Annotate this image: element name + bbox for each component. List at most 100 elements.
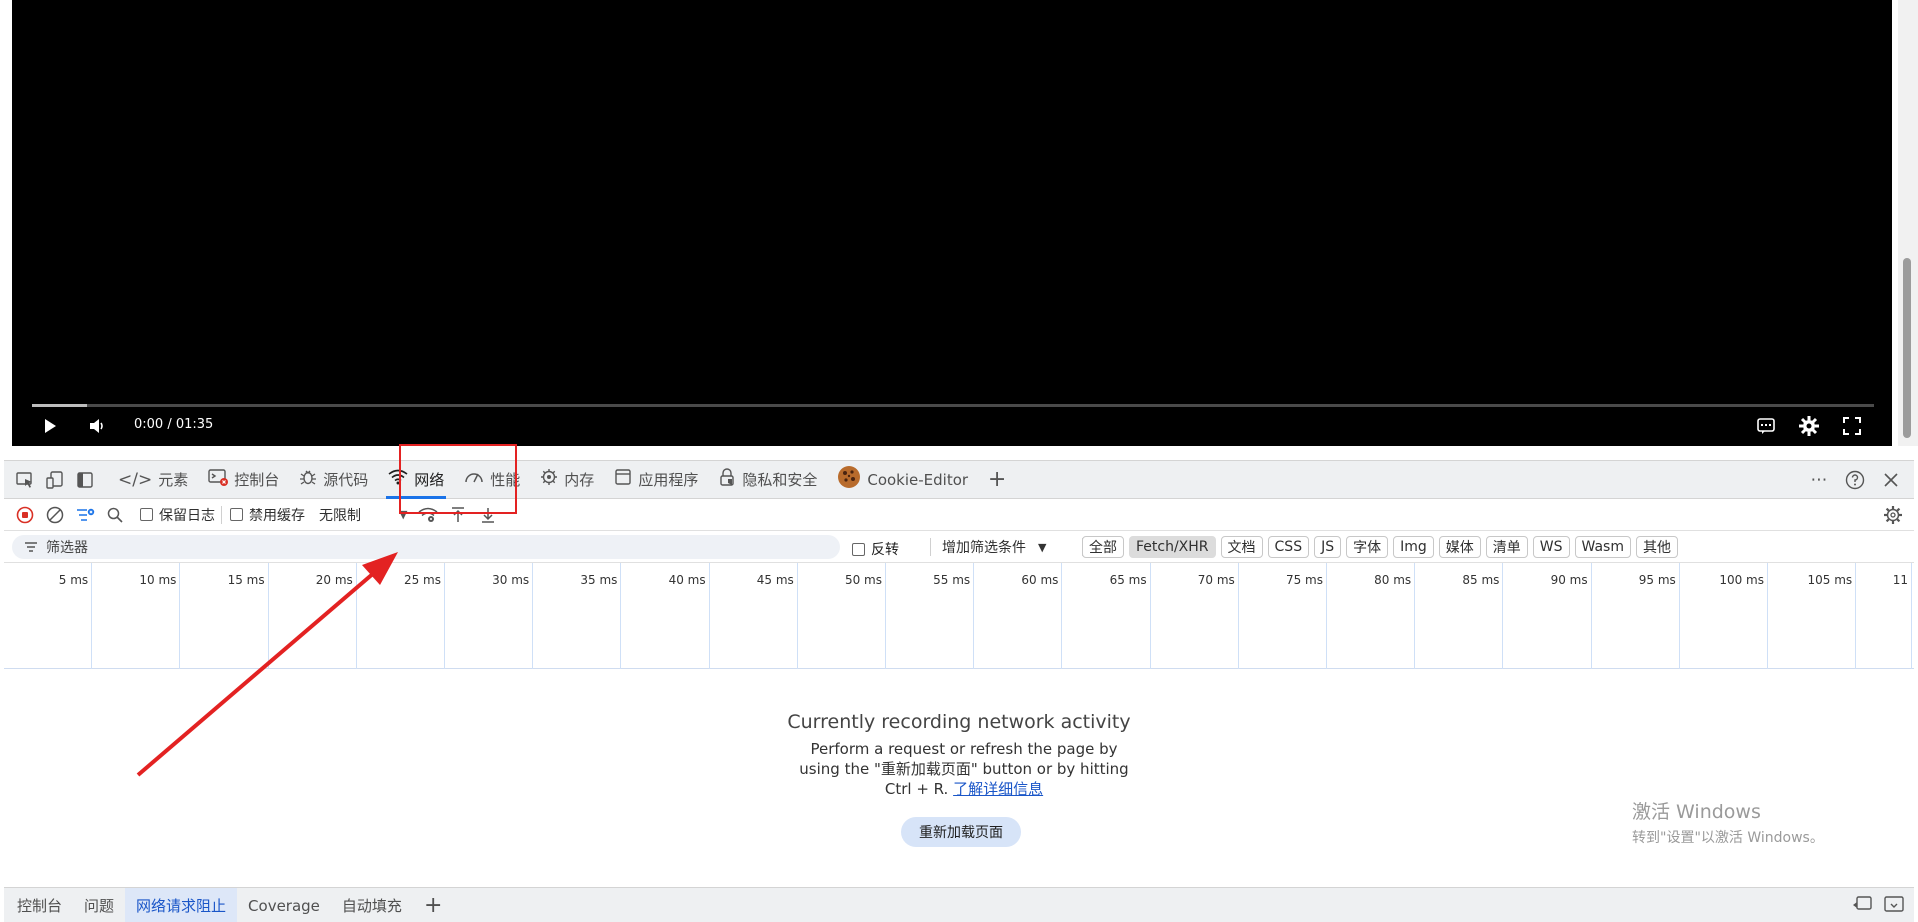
throttling-select[interactable]: 无限制 xyxy=(319,505,361,525)
tab-memory[interactable]: 内存 xyxy=(530,461,604,499)
add-drawer-tab-icon[interactable]: + xyxy=(413,888,453,922)
invert-checkbox[interactable]: 反转 xyxy=(852,539,899,559)
empty-state-description: Perform a request or refresh the page by… xyxy=(799,739,1129,799)
filter-chip-media[interactable]: 媒体 xyxy=(1438,536,1481,558)
disable-cache-checkbox[interactable]: 禁用缓存 xyxy=(230,505,305,525)
filter-chip-ws[interactable]: WS xyxy=(1532,536,1570,558)
drawer-tab-coverage[interactable]: Coverage xyxy=(237,888,331,922)
minimize-drawer-icon[interactable] xyxy=(1884,896,1904,916)
checkbox-label: 禁用缓存 xyxy=(249,507,305,524)
tab-elements[interactable]: </> 元素 xyxy=(108,461,198,499)
play-button[interactable] xyxy=(42,414,58,438)
empty-state-title: Currently recording network activity xyxy=(787,711,1131,733)
screen: 0:00 / 01:35 </> 元素 控制台 源代码 网络 性能 内存 应用程… xyxy=(0,0,1918,922)
dock-drawer-icon[interactable] xyxy=(1852,896,1872,916)
page-scrollbar[interactable] xyxy=(1898,0,1918,446)
tab-console[interactable]: 控制台 xyxy=(198,461,289,499)
filter-chip-other[interactable]: 其他 xyxy=(1635,536,1678,558)
fullscreen-icon xyxy=(1843,417,1861,435)
chevron-down-icon: ▼ xyxy=(1038,540,1047,554)
captions-button[interactable] xyxy=(1756,414,1776,438)
timeline-tick-label: 11 xyxy=(1892,573,1908,587)
filter-chip-manifest[interactable]: 清单 xyxy=(1485,536,1528,558)
watermark-subtitle: 转到"设置"以激活 Windows。 xyxy=(1632,830,1824,846)
add-tab-icon[interactable]: + xyxy=(982,465,1012,495)
filter-icon xyxy=(25,542,37,552)
volume-button[interactable] xyxy=(88,414,108,438)
filter-chip-css[interactable]: CSS xyxy=(1267,536,1310,558)
video-player[interactable]: 0:00 / 01:35 xyxy=(12,0,1892,446)
gear-icon xyxy=(1799,416,1819,436)
filter-chip-doc[interactable]: 文档 xyxy=(1220,536,1263,558)
video-progress-fill xyxy=(32,404,88,407)
device-toggle-icon[interactable] xyxy=(40,465,70,495)
checkbox-label: 保留日志 xyxy=(159,507,215,524)
tab-label: 内存 xyxy=(564,471,595,489)
tab-cookie-editor[interactable]: Cookie-Editor xyxy=(827,461,978,499)
more-options-icon[interactable]: ⋯ xyxy=(1804,465,1834,495)
tab-label: 控制台 xyxy=(234,471,280,489)
network-overview-timeline[interactable]: 5 ms 10 ms 15 ms 20 ms 25 ms 30 ms 35 ms 40 ms 4… xyxy=(4,563,1914,669)
tab-label: 应用程序 xyxy=(638,471,699,489)
filter-chip-wasm[interactable]: Wasm xyxy=(1574,536,1631,558)
drawer-controls xyxy=(1852,888,1904,922)
video-progress-bar[interactable] xyxy=(32,404,1874,407)
checkbox-box[interactable] xyxy=(230,508,243,521)
reload-page-button[interactable]: 重新加载页面 xyxy=(901,817,1021,847)
volume-icon xyxy=(90,419,103,433)
devtools-window-controls: ⋯ xyxy=(1804,461,1906,499)
checkbox-box[interactable] xyxy=(852,542,865,556)
network-filterbar: 筛选器 反转 增加筛选条件 ▼ 全部 Fetch/XHR 文档 CSS JS 字… xyxy=(4,531,1914,563)
tab-label: 隐私和安全 xyxy=(742,471,818,489)
settings-button[interactable] xyxy=(1798,414,1820,438)
network-toolbar: 保留日志 禁用缓存 无限制 ▼ xyxy=(4,499,1914,531)
dock-side-icon[interactable] xyxy=(70,465,100,495)
filter-chip-js[interactable]: JS xyxy=(1314,536,1342,558)
close-icon[interactable] xyxy=(1876,465,1906,495)
network-settings-gear-icon[interactable] xyxy=(1878,501,1908,529)
filter-chip-img[interactable]: Img xyxy=(1393,536,1434,558)
record-icon[interactable] xyxy=(10,501,40,529)
drawer-tab-request-blocking[interactable]: 网络请求阻止 xyxy=(125,887,238,922)
devtools-tabbar: </> 元素 控制台 源代码 网络 性能 内存 应用程序 隐私和安全 Cooki… xyxy=(4,461,1914,499)
inspect-icon[interactable] xyxy=(10,465,40,495)
cookie-icon xyxy=(837,465,861,494)
drawer-tabbar: 控制台 问题 网络请求阻止 Coverage 自动填充 + xyxy=(4,887,1914,922)
learn-more-link[interactable]: 了解详细信息 xyxy=(953,780,1043,798)
drawer-tab-issues[interactable]: 问题 xyxy=(73,888,125,922)
tab-application[interactable]: 应用程序 xyxy=(604,461,708,499)
toolbar-divider xyxy=(221,505,222,524)
filter-toggle-icon[interactable] xyxy=(70,501,100,529)
more-filters-dropdown[interactable]: 增加筛选条件 ▼ xyxy=(942,537,1046,557)
filter-divider xyxy=(930,538,931,556)
help-icon[interactable] xyxy=(1840,465,1870,495)
play-icon xyxy=(45,419,56,433)
filter-input[interactable]: 筛选器 xyxy=(12,535,840,559)
lock-icon xyxy=(718,467,736,492)
filter-chip-font[interactable]: 字体 xyxy=(1346,536,1389,558)
fullscreen-button[interactable] xyxy=(1842,414,1862,438)
timeline-tick: 11 xyxy=(4,563,1912,669)
checkbox-box[interactable] xyxy=(140,508,153,521)
tab-label: 元素 xyxy=(158,471,189,489)
filter-placeholder: 筛选器 xyxy=(46,540,88,556)
chip-icon xyxy=(540,468,558,491)
scrollbar-thumb[interactable] xyxy=(1903,258,1911,438)
filter-chip-fetch-xhr[interactable]: Fetch/XHR xyxy=(1129,536,1216,558)
dropdown-label: 增加筛选条件 xyxy=(942,540,1026,556)
clear-icon[interactable] xyxy=(40,501,70,529)
tab-sources[interactable]: 源代码 xyxy=(289,461,378,499)
checkbox-label: 反转 xyxy=(871,542,899,558)
tab-privacy[interactable]: 隐私和安全 xyxy=(708,461,827,499)
console-icon xyxy=(208,468,229,491)
tab-label: Cookie-Editor xyxy=(867,470,969,489)
resource-type-filters: 全部 Fetch/XHR 文档 CSS JS 字体 Img 媒体 清单 WS W… xyxy=(1082,536,1678,558)
drawer-tab-console[interactable]: 控制台 xyxy=(6,888,73,922)
filter-chip-all[interactable]: 全部 xyxy=(1082,536,1124,558)
devtools-panel: </> 元素 控制台 源代码 网络 性能 内存 应用程序 隐私和安全 Cooki… xyxy=(4,460,1914,922)
windows-activation-watermark: 激活 Windows 转到"设置"以激活 Windows。 xyxy=(1632,797,1824,847)
preserve-log-checkbox[interactable]: 保留日志 xyxy=(140,505,215,525)
search-icon[interactable] xyxy=(100,501,130,529)
code-icon: </> xyxy=(118,469,153,490)
drawer-tab-autofill[interactable]: 自动填充 xyxy=(331,888,413,922)
